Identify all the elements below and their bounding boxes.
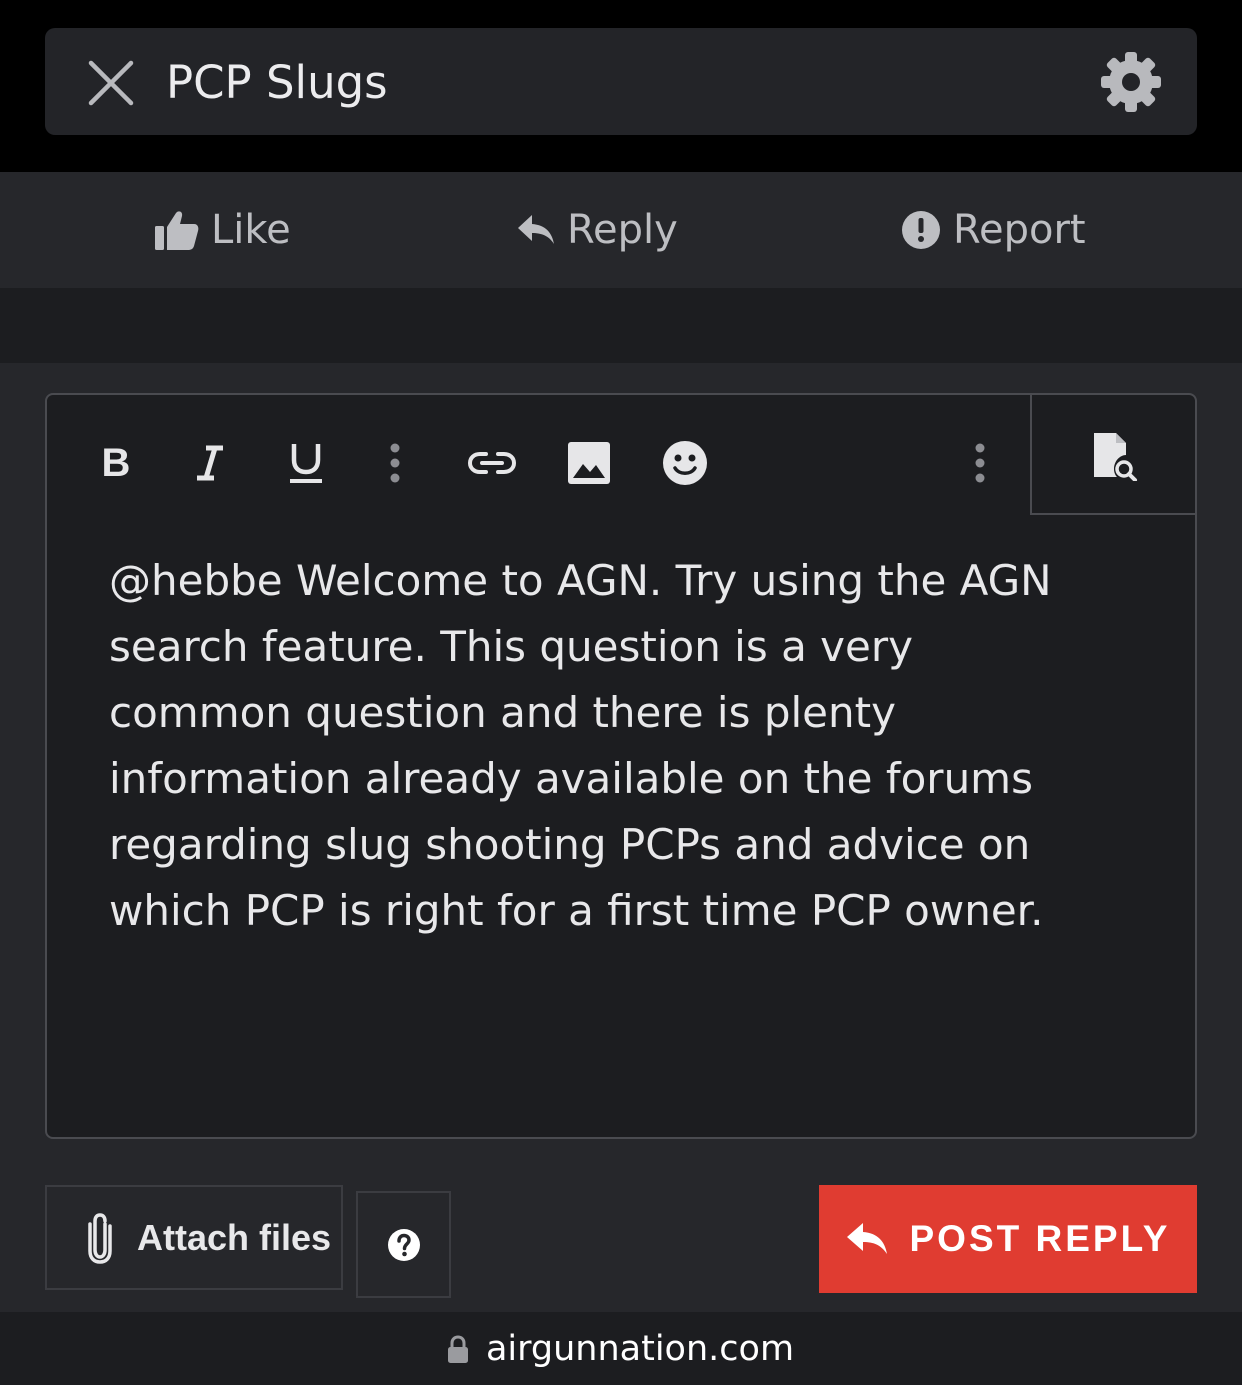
post-reply-label: POST REPLY	[909, 1218, 1171, 1259]
reply-text-content[interactable]: @hebbe Welcome to AGN. Try using the AGN…	[109, 548, 1149, 944]
link-button[interactable]	[462, 435, 522, 491]
bold-button[interactable]: B	[86, 435, 146, 491]
reply-button[interactable]: Reply	[517, 172, 678, 288]
reply-label: Reply	[567, 207, 678, 253]
more-format-button[interactable]	[365, 435, 425, 491]
divider-band	[0, 288, 1242, 363]
alert-icon	[902, 211, 940, 249]
image-button[interactable]	[559, 435, 619, 491]
gear-icon[interactable]	[1099, 50, 1163, 114]
report-button[interactable]: Report	[901, 172, 1086, 288]
close-icon[interactable]	[88, 60, 134, 106]
post-actions-bar: Like Reply Report	[0, 172, 1242, 288]
preview-button[interactable]	[1030, 395, 1195, 515]
paperclip-icon	[88, 1212, 112, 1264]
lock-icon	[447, 1334, 468, 1363]
underline-icon	[290, 444, 322, 483]
italic-button[interactable]	[180, 435, 240, 491]
thumbs-up-icon	[155, 211, 199, 250]
top-bar: PCP Slugs	[0, 0, 1242, 172]
like-button[interactable]: Like	[155, 172, 291, 288]
thread-title: PCP Slugs	[166, 56, 388, 109]
bold-icon: B	[101, 440, 131, 485]
emoji-button[interactable]	[655, 435, 715, 491]
help-button[interactable]	[356, 1191, 451, 1298]
like-label: Like	[211, 207, 291, 253]
link-icon	[468, 452, 516, 474]
more-tools-button[interactable]	[950, 435, 1010, 491]
emoji-icon	[663, 441, 707, 485]
reply-icon	[846, 1223, 887, 1254]
preview-icon	[1094, 433, 1137, 481]
image-icon	[568, 442, 610, 484]
url-text: airgunnation.com	[485, 1328, 795, 1369]
attach-files-button[interactable]: Attach files	[45, 1185, 343, 1290]
browser-url-bar[interactable]: airgunnation.com	[0, 1312, 1242, 1385]
help-icon	[387, 1228, 420, 1261]
report-label: Report	[953, 207, 1086, 253]
italic-icon	[197, 445, 223, 481]
reply-icon	[518, 215, 554, 244]
reply-editor[interactable]: B @hebbe Welcome to AGN. Try using the A…	[45, 393, 1197, 1139]
more-options-icon	[390, 443, 400, 483]
underline-button[interactable]	[276, 435, 336, 491]
post-reply-button[interactable]: POST REPLY	[819, 1185, 1197, 1293]
attach-files-label: Attach files	[137, 1216, 332, 1258]
more-options-icon	[975, 443, 985, 483]
